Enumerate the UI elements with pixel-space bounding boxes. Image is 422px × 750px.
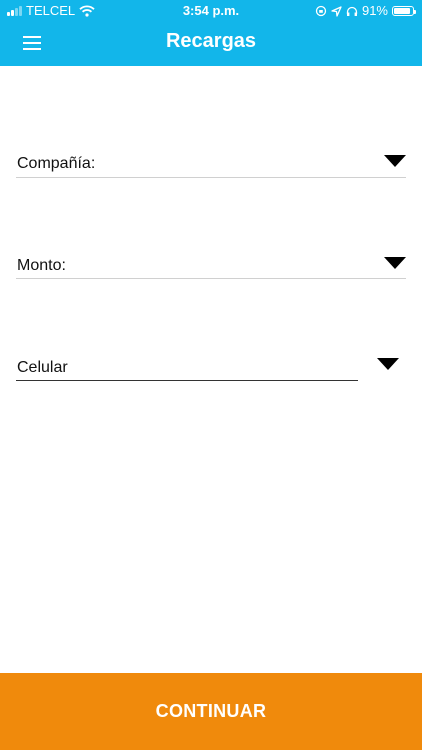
battery-percent: 91% <box>361 3 388 18</box>
page-title: Recargas <box>165 30 257 52</box>
amount-select[interactable]: Monto: <box>16 252 408 282</box>
continue-label: CONTINUAR <box>155 701 267 721</box>
battery-icon <box>392 6 416 16</box>
status-right: 91% <box>315 0 416 22</box>
headphones-icon <box>346 6 358 16</box>
phone-underline <box>16 380 358 381</box>
amount-label: Monto: <box>17 257 66 274</box>
location-arrow-icon <box>331 5 342 17</box>
lock-rotation-icon <box>315 5 327 17</box>
company-underline <box>16 177 406 178</box>
app-header: TELCEL 3:54 p.m. 91% Recargas <box>0 0 422 66</box>
phone-label: Celular <box>17 359 68 376</box>
company-label: Compañía: <box>17 155 96 172</box>
triangle-down-icon[interactable] <box>384 155 406 167</box>
triangle-down-icon[interactable] <box>384 257 406 269</box>
phone-field[interactable]: Celular <box>16 352 408 384</box>
triangle-down-icon[interactable] <box>377 358 399 370</box>
continue-button[interactable]: CONTINUAR <box>0 673 422 750</box>
status-bar: TELCEL 3:54 p.m. 91% <box>0 0 422 22</box>
amount-underline <box>16 278 406 279</box>
company-select[interactable]: Compañía: <box>16 150 408 180</box>
